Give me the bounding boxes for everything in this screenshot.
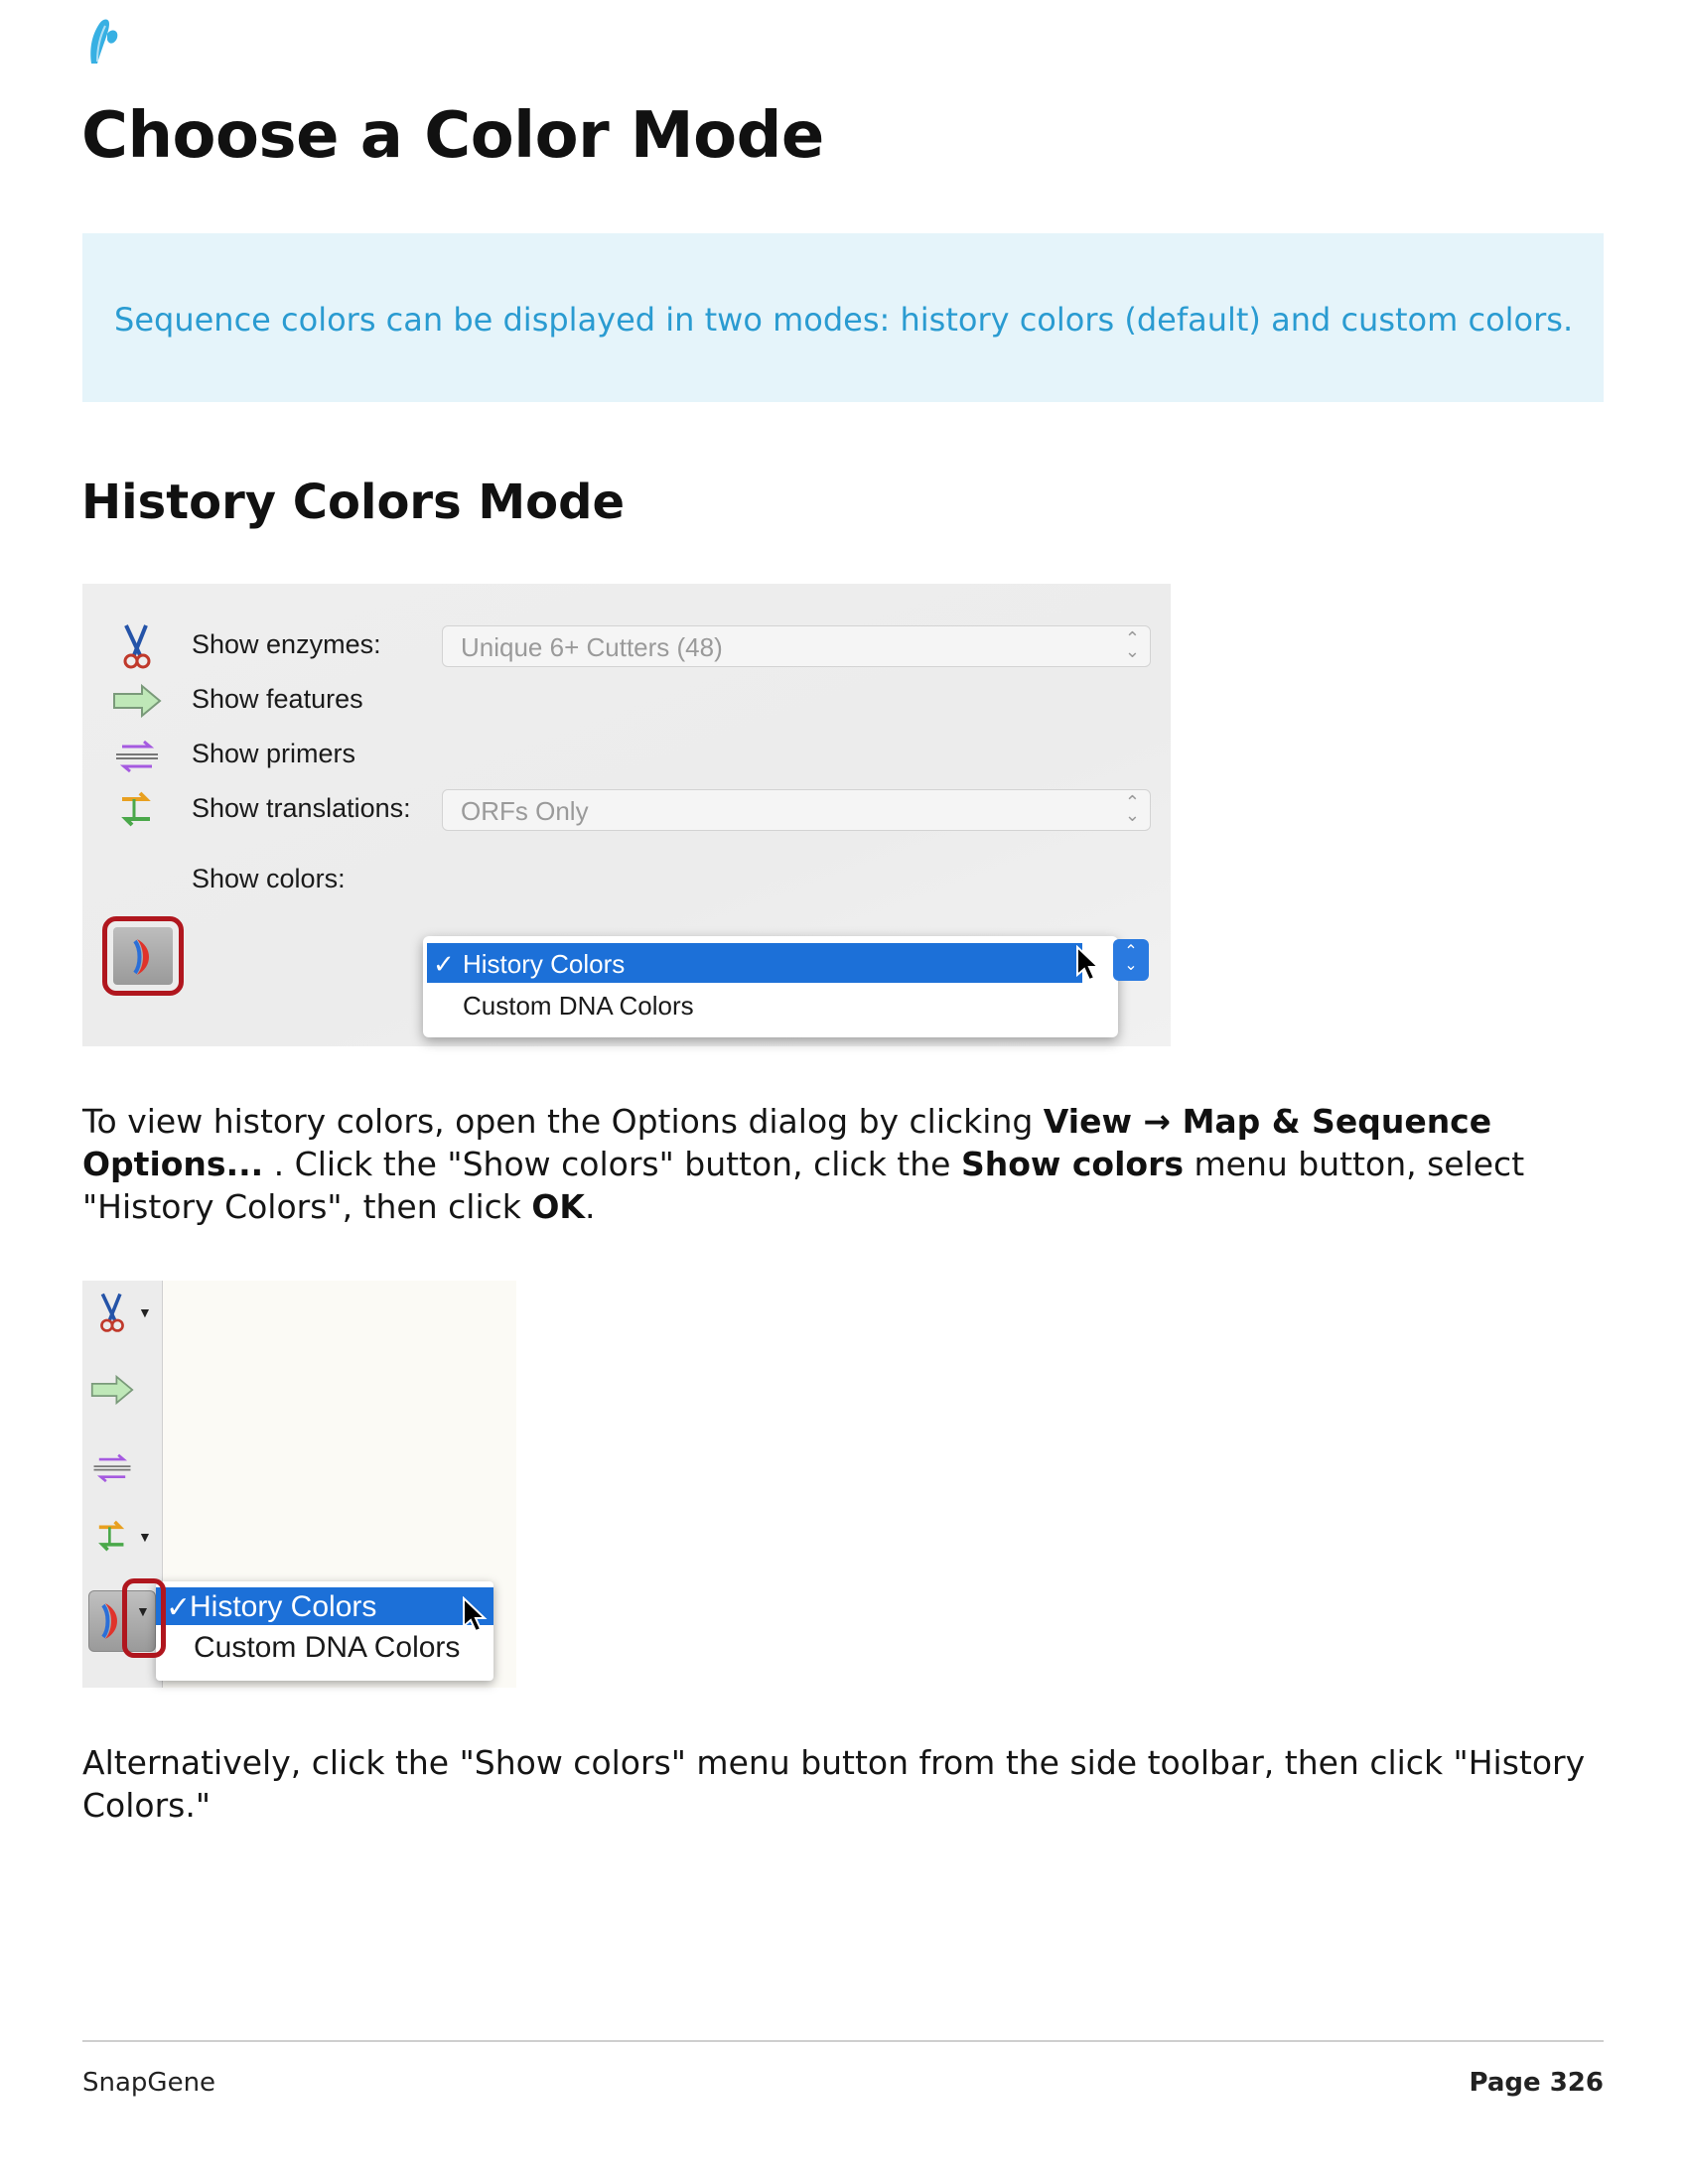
ok-bold: OK <box>531 1187 585 1226</box>
show-colors-button[interactable] <box>102 916 184 996</box>
option-row-colors: Show colors: <box>82 834 1171 893</box>
colors-menu-caret-highlight[interactable]: ▼ <box>122 1578 166 1658</box>
colors-icon <box>133 939 149 975</box>
option-row-enzymes: Show enzymes: Unique 6+ Cutters (48) ⌃ ⌄ <box>82 615 1171 675</box>
page-number: Page 326 <box>1469 2068 1604 2098</box>
menu-item-custom-dna-colors[interactable]: Custom DNA Colors <box>194 1631 460 1665</box>
feature-arrow-icon <box>113 683 162 719</box>
colors-popup-stepper[interactable]: ⌃ ⌄ <box>1113 939 1149 981</box>
mouse-cursor-icon <box>1076 945 1101 982</box>
menu-item-history-colors[interactable]: ✓ History Colors <box>156 1587 493 1625</box>
enzymes-popup-value: Unique 6+ Cutters (48) <box>461 632 723 662</box>
translations-icon <box>121 791 151 827</box>
show-enzymes-label: Show enzymes: <box>192 629 381 659</box>
caret-down-icon[interactable]: ▼ <box>138 1529 152 1545</box>
snapgene-logo-icon <box>90 19 118 64</box>
alternative-paragraph: Alternatively, click the "Show colors" m… <box>82 1743 1586 1825</box>
menu-item-history-colors[interactable]: ✓ History Colors <box>427 943 1082 983</box>
enzymes-popup[interactable]: Unique 6+ Cutters (48) ⌃ ⌄ <box>442 625 1151 667</box>
instructions-paragraph: To view history colors, open the Options… <box>82 1102 1525 1226</box>
option-row-primers: Show primers <box>82 725 1171 784</box>
show-features-label: Show features <box>192 684 363 714</box>
side-toolbar-screenshot: ▼ ▼ ✓ History Colors Custom DNA Colors ▼ <box>82 1281 516 1688</box>
checkmark-icon: ✓ <box>166 1591 192 1624</box>
footer-divider <box>82 2040 1604 2042</box>
caret-down-icon: ▼ <box>136 1603 150 1619</box>
options-dialog-screenshot: Show enzymes: Unique 6+ Cutters (48) ⌃ ⌄ … <box>82 584 1171 1046</box>
translations-popup-value: ORFs Only <box>461 796 589 826</box>
checkmark-icon: ✓ <box>433 949 455 979</box>
caret-down-icon[interactable]: ▼ <box>138 1304 152 1320</box>
colors-toolbar-menu: ✓ History Colors Custom DNA Colors <box>156 1581 493 1681</box>
menu-item-custom-dna-colors[interactable]: Custom DNA Colors <box>463 991 694 1022</box>
intro-callout: Sequence colors can be displayed in two … <box>82 233 1604 402</box>
mouse-cursor-icon <box>463 1596 488 1633</box>
scissors-icon[interactable] <box>90 1291 134 1334</box>
popup-arrows-icon: ⌃ ⌄ <box>1124 792 1140 825</box>
feature-arrow-icon[interactable] <box>90 1368 134 1412</box>
menu-item-history-colors-label: History Colors <box>463 949 626 979</box>
section-title: History Colors Mode <box>81 475 626 530</box>
colors-dropdown-menu: ✓ History Colors Custom DNA Colors <box>423 936 1118 1037</box>
option-row-features: Show features <box>82 670 1171 730</box>
show-colors-bold: Show colors <box>960 1145 1184 1183</box>
primers-icon[interactable] <box>90 1445 134 1489</box>
page-title: Choose a Color Mode <box>81 99 824 173</box>
scissors-icon <box>123 624 151 669</box>
popup-arrows-icon: ⌃ ⌄ <box>1124 628 1140 661</box>
show-primers-label: Show primers <box>192 739 356 768</box>
menu-item-history-colors-label: History Colors <box>190 1590 377 1623</box>
option-row-translations: Show translations: ORFs Only ⌃ ⌄ <box>82 779 1171 839</box>
show-colors-label: Show colors: <box>192 864 346 893</box>
callout-text: Sequence colors can be displayed in two … <box>114 301 1574 339</box>
translations-icon[interactable] <box>90 1515 134 1559</box>
primers-icon <box>116 740 158 773</box>
colors-icon <box>101 1603 117 1639</box>
show-translations-label: Show translations: <box>192 793 411 823</box>
translations-popup[interactable]: ORFs Only ⌃ ⌄ <box>442 789 1151 831</box>
footer-brand: SnapGene <box>82 2068 216 2098</box>
